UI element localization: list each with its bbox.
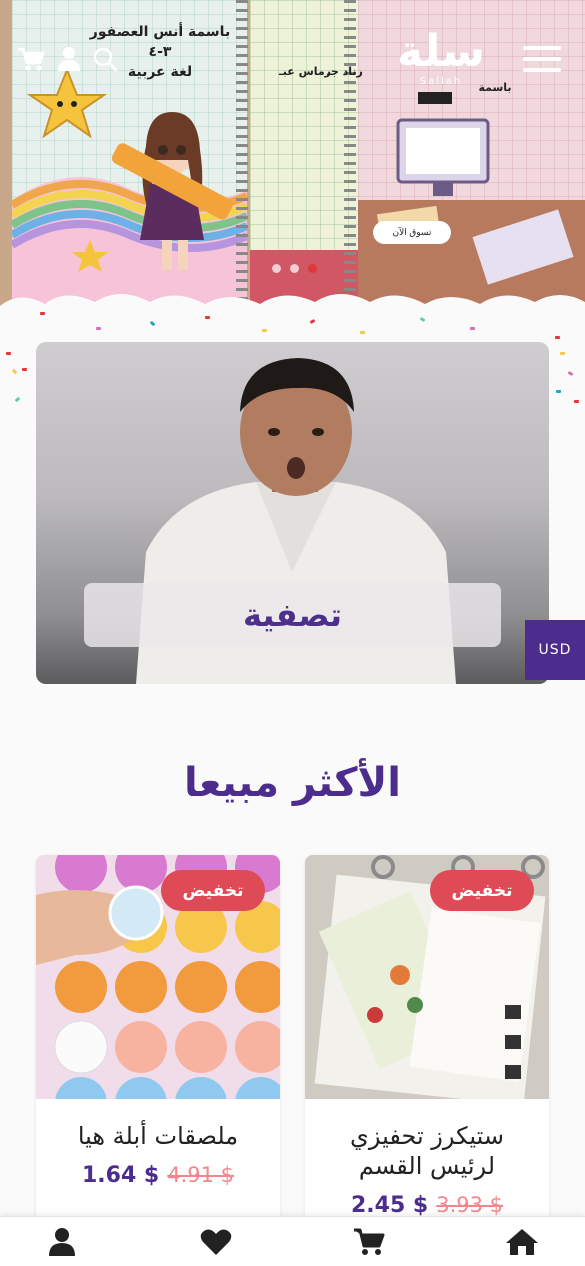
confetti — [567, 370, 574, 377]
confetti — [574, 400, 579, 403]
confetti — [149, 320, 156, 327]
confetti — [262, 329, 267, 332]
confetti — [556, 390, 561, 393]
confetti — [309, 318, 316, 325]
confetti — [11, 368, 18, 375]
slider-dot[interactable] — [290, 264, 299, 273]
cover-student-name: باسمة أنس العصفور — [89, 24, 231, 40]
clearance-banner[interactable]: تصفية — [36, 342, 549, 684]
original-price: 3.93 $ — [436, 1193, 504, 1217]
product-title[interactable]: ملصقات أبلة هيا — [36, 1121, 280, 1151]
shop-now-button[interactable]: تسوق الآن — [373, 221, 451, 244]
notebook-spiral — [344, 0, 356, 306]
product-title-line: لرئيس القسم — [358, 1152, 496, 1180]
price-row: 2.45 $ 3.93 $ — [305, 1193, 549, 1218]
logo-text: سلة — [397, 26, 485, 77]
user-icon[interactable] — [42, 1225, 82, 1259]
confetti — [555, 336, 560, 339]
cart-icon[interactable] — [349, 1225, 389, 1259]
product-title-line: ستيكرز تحفيزي — [350, 1122, 504, 1150]
product-image[interactable]: تخفيض — [305, 855, 549, 1099]
product-title-line: ملصقات أبلة هيا — [77, 1122, 239, 1150]
home-icon[interactable] — [502, 1225, 542, 1259]
search-icon[interactable] — [92, 46, 118, 72]
heart-icon[interactable] — [196, 1225, 236, 1259]
price-row: 1.64 $ 4.91 $ — [36, 1163, 280, 1188]
confetti — [560, 352, 565, 355]
sale-badge: تخفيض — [161, 870, 265, 911]
confetti — [470, 327, 475, 330]
cloud-divider — [0, 294, 585, 310]
sale-badge: تخفيض — [430, 870, 534, 911]
cover-name-middle: رماس عبـ — [278, 65, 332, 78]
original-price: 4.91 $ — [167, 1163, 235, 1187]
product-card[interactable]: تخفيض ستيكرز تحفيزي لرئيس القسم 2.45 $ 3… — [305, 855, 549, 1235]
confetti — [205, 316, 210, 319]
notebook-cover-middle — [250, 0, 358, 306]
menu-icon[interactable] — [522, 42, 562, 76]
bottom-navigation — [0, 1216, 585, 1266]
product-image[interactable]: تخفيض — [36, 855, 280, 1099]
slider-dot-active[interactable] — [308, 264, 317, 273]
confetti — [22, 368, 27, 371]
confetti — [40, 312, 45, 315]
logo-subtitle: Sallah — [419, 76, 463, 87]
currency-switcher[interactable]: USD — [525, 620, 585, 680]
user-icon[interactable] — [56, 46, 82, 72]
hero-slider[interactable]: باسمة أنس العصفور ٣-٤ لغة عربية رناد جـ … — [0, 0, 585, 310]
banner-label: تصفية — [84, 583, 501, 647]
confetti — [96, 327, 101, 330]
confetti — [14, 396, 21, 403]
cart-icon[interactable] — [16, 46, 46, 72]
current-price: 1.64 $ — [81, 1163, 160, 1188]
confetti — [6, 352, 11, 355]
confetti — [419, 316, 426, 323]
product-card[interactable]: تخفيض ملصقات أبلة هيا 1.64 $ 4.91 $ — [36, 855, 280, 1235]
product-title[interactable]: ستيكرز تحفيزي لرئيس القسم — [305, 1121, 549, 1181]
slider-dot[interactable] — [272, 264, 281, 273]
current-price: 2.45 $ — [350, 1193, 429, 1218]
confetti — [360, 331, 365, 334]
store-logo[interactable]: سلة Sallah — [386, 28, 496, 90]
best-sellers-title: الأكثر مبيعا — [184, 760, 401, 806]
